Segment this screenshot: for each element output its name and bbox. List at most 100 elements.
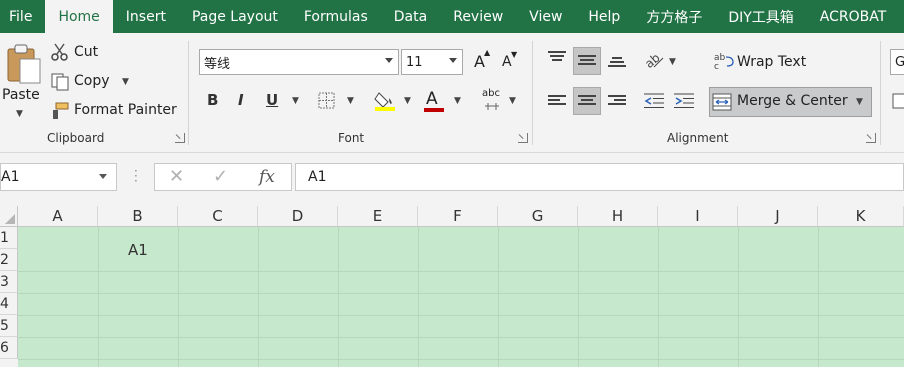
column-header-h[interactable]: H — [578, 206, 658, 227]
column-header-i[interactable]: I — [658, 206, 738, 227]
gridline — [738, 227, 739, 367]
font-launcher-icon[interactable] — [518, 133, 528, 143]
gridline — [258, 227, 259, 367]
font-family-dropdown-icon — [385, 58, 393, 63]
increase-indent-icon[interactable] — [674, 93, 694, 109]
font-family-select[interactable]: 等线 — [199, 49, 399, 75]
column-header-k[interactable]: K — [818, 206, 904, 227]
tab-data[interactable]: Data — [381, 0, 440, 33]
column-header-e[interactable]: E — [338, 206, 418, 227]
column-header-d[interactable]: D — [258, 206, 338, 227]
align-right-icon[interactable] — [608, 95, 626, 107]
gridline — [178, 227, 179, 367]
svg-text:c: c — [714, 62, 719, 70]
name-box[interactable]: A1 — [0, 163, 117, 191]
formula-buttons: ✕ ✓ fx — [154, 163, 292, 191]
column-header-f[interactable]: F — [418, 206, 498, 227]
enter-icon[interactable]: ✓ — [213, 166, 228, 187]
row-header-4[interactable]: 4 — [0, 293, 18, 315]
column-header-g[interactable]: G — [498, 206, 578, 227]
font-size-dropdown-icon — [449, 58, 457, 63]
phonetic-dropdown-icon[interactable]: ▼ — [509, 96, 516, 106]
row-header-3[interactable]: 3 — [0, 271, 18, 293]
clipboard-launcher-icon[interactable] — [175, 133, 185, 143]
tab-insert[interactable]: Insert — [113, 0, 179, 33]
number-format-select[interactable]: G — [890, 49, 904, 75]
tab-help[interactable]: Help — [575, 0, 633, 33]
tab-fangfang[interactable]: 方方格子 — [633, 0, 715, 33]
row-header-1[interactable]: 1 — [0, 227, 18, 249]
tab-review[interactable]: Review — [440, 0, 516, 33]
group-divider — [188, 41, 189, 145]
tab-file[interactable]: File — [0, 0, 45, 33]
tab-view[interactable]: View — [516, 0, 575, 33]
gridline — [338, 227, 339, 367]
font-size-value: 11 — [406, 54, 423, 70]
shrink-font-caret-icon: ▼ — [511, 50, 518, 59]
gridline — [18, 359, 904, 360]
paste-button[interactable]: Paste ▼ — [0, 41, 42, 125]
tab-page-layout[interactable]: Page Layout — [179, 0, 291, 33]
tab-diy-toolbox[interactable]: DIY工具箱 — [715, 0, 806, 33]
row-header-5[interactable]: 5 — [0, 315, 18, 337]
format-painter-button[interactable]: Format Painter — [74, 102, 177, 118]
row-header-6[interactable]: 6 — [0, 337, 18, 359]
formula-bar-grip-icon[interactable]: · · · — [134, 165, 138, 187]
font-family-value: 等线 — [204, 56, 231, 72]
underline-button[interactable]: U — [266, 91, 278, 109]
align-left-icon[interactable] — [548, 95, 566, 107]
fill-color-icon[interactable] — [374, 89, 396, 111]
group-divider — [532, 41, 533, 145]
group-divider — [880, 41, 881, 145]
column-header-c[interactable]: C — [178, 206, 258, 227]
center-align-icon — [578, 95, 596, 107]
gridline — [18, 315, 904, 316]
bold-button[interactable]: B — [207, 91, 218, 109]
worksheet-grid[interactable]: A B C D E F G H I J K 1 2 3 4 5 6 A1 — [0, 206, 904, 367]
copy-dropdown-icon[interactable]: ▼ — [122, 77, 129, 87]
italic-button[interactable]: I — [238, 91, 244, 109]
formula-input[interactable]: A1 — [295, 163, 904, 191]
top-align-icon[interactable] — [548, 51, 566, 63]
ribbon-tabs: File Home Insert Page Layout Formulas Da… — [0, 0, 904, 33]
font-color-dropdown-icon[interactable]: ▼ — [454, 96, 461, 106]
cell-area[interactable]: A1 — [18, 227, 904, 367]
cut-button[interactable]: Cut — [74, 44, 98, 60]
merge-center-label: Merge & Center — [737, 93, 848, 109]
formula-bar: A1 · · · ✕ ✓ fx A1 — [0, 152, 904, 197]
tab-home[interactable]: Home — [45, 0, 113, 33]
gridline — [658, 227, 659, 367]
accounting-format-icon[interactable] — [892, 92, 904, 110]
gridline — [418, 227, 419, 367]
bottom-align-icon[interactable] — [608, 57, 626, 69]
orientation-icon[interactable]: ab — [644, 51, 664, 69]
fill-color-dropdown-icon[interactable]: ▼ — [404, 96, 411, 106]
gridline — [818, 227, 819, 367]
cancel-icon[interactable]: ✕ — [169, 166, 184, 187]
underline-dropdown-icon[interactable]: ▼ — [292, 96, 299, 106]
borders-icon[interactable] — [318, 92, 336, 110]
select-all-button[interactable] — [0, 206, 18, 227]
font-color-button[interactable]: A — [426, 89, 438, 109]
wrap-text-button[interactable]: Wrap Text — [737, 54, 806, 70]
column-header-j[interactable]: J — [738, 206, 818, 227]
phonetic-button[interactable]: abc — [482, 88, 500, 99]
format-painter-icon — [53, 102, 69, 119]
font-group-label: Font — [338, 131, 365, 145]
merge-center-dropdown-icon[interactable]: ▼ — [856, 97, 863, 107]
font-size-select[interactable]: 11 — [401, 49, 463, 75]
tab-acrobat[interactable]: ACROBAT — [807, 0, 900, 33]
alignment-launcher-icon[interactable] — [866, 133, 876, 143]
copy-button[interactable]: Copy — [74, 73, 110, 89]
orientation-dropdown-icon[interactable]: ▼ — [669, 57, 676, 67]
gridline — [18, 293, 904, 294]
merged-cell-value[interactable]: A1 — [128, 241, 148, 259]
tab-formulas[interactable]: Formulas — [291, 0, 381, 33]
column-header-a[interactable]: A — [18, 206, 98, 227]
row-header-2[interactable]: 2 — [0, 249, 18, 271]
decrease-indent-icon[interactable] — [644, 93, 664, 109]
column-header-b[interactable]: B — [98, 206, 178, 227]
insert-function-button[interactable]: fx — [259, 167, 275, 187]
name-box-dropdown-icon[interactable] — [99, 174, 107, 179]
borders-dropdown-icon[interactable]: ▼ — [347, 96, 354, 106]
